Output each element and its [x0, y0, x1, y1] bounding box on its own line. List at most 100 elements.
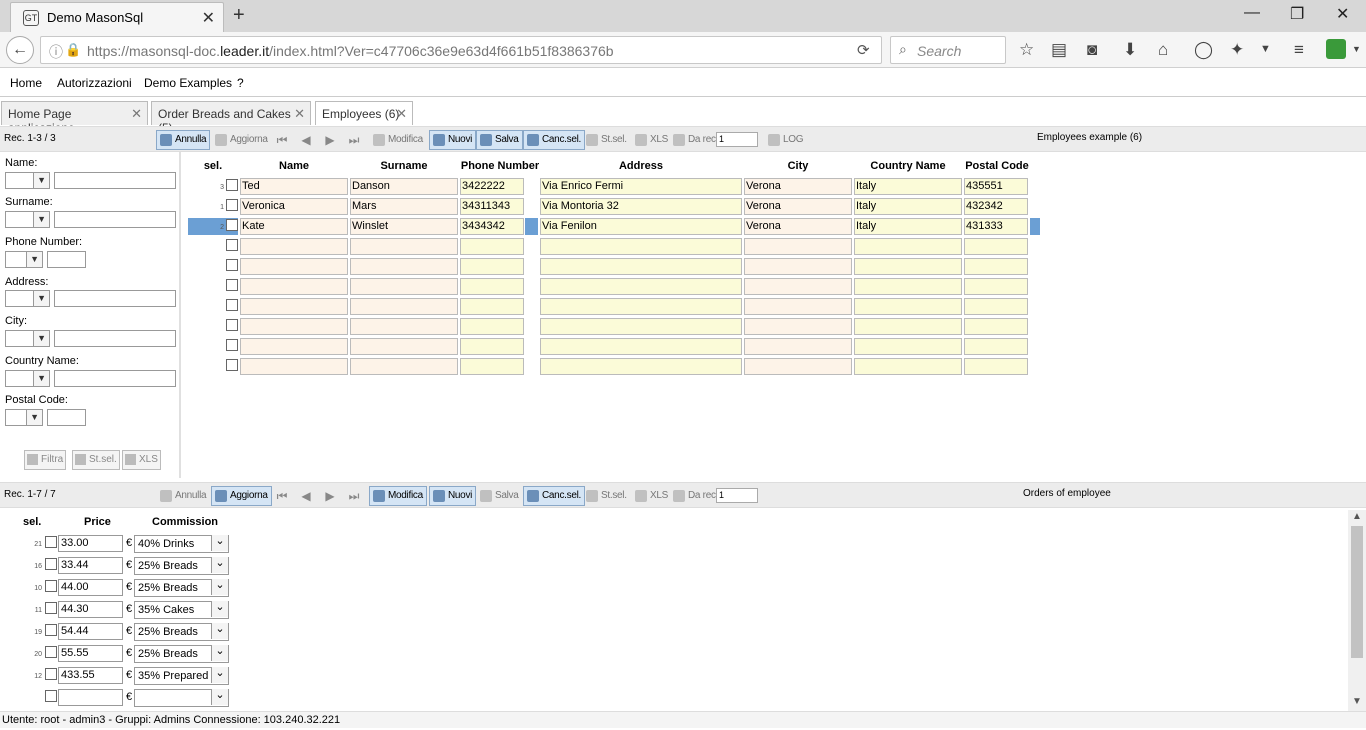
cell-surname[interactable]: [350, 318, 458, 335]
filter-postal-input[interactable]: [47, 409, 86, 426]
url-bar[interactable]: ⓘ 🔒 https://masonsql-doc.leader.it/index…: [40, 36, 882, 64]
minimize-icon[interactable]: —: [1244, 4, 1260, 22]
row-select-checkbox[interactable]: [45, 668, 57, 680]
cell-address[interactable]: [540, 238, 742, 255]
log-button[interactable]: LOG: [764, 130, 807, 150]
cell-surname[interactable]: [350, 298, 458, 315]
browser-tab[interactable]: GT Demo MasonSql ✕: [10, 2, 224, 32]
next-record-icon[interactable]: ▶: [321, 487, 339, 505]
price-input[interactable]: 33.00: [58, 535, 123, 552]
row-select-checkbox[interactable]: [226, 299, 238, 311]
reload-icon[interactable]: ⟳: [857, 41, 870, 59]
cell-phone[interactable]: [460, 238, 524, 255]
cell-name[interactable]: [240, 358, 348, 375]
filter-operator-select[interactable]: ▼: [5, 409, 43, 426]
detail-header-commission[interactable]: Commission: [152, 516, 218, 528]
cell-name[interactable]: Kate: [240, 218, 348, 235]
annulla-button[interactable]: Annulla: [156, 486, 210, 506]
cell-city[interactable]: [744, 298, 852, 315]
scroll-down-icon[interactable]: ▼: [1352, 696, 1362, 707]
modifica-button[interactable]: Modifica: [369, 486, 427, 506]
tab-employees[interactable]: Employees (6) ✕: [315, 101, 413, 125]
reading-list-icon[interactable]: ▤: [1051, 40, 1067, 60]
col-header-address[interactable]: Address: [540, 160, 742, 172]
cell-city[interactable]: [744, 318, 852, 335]
close-tab-icon[interactable]: ✕: [202, 8, 215, 28]
col-header-phone[interactable]: Phone Number: [460, 160, 540, 172]
scrollbar-thumb[interactable]: [1351, 526, 1363, 658]
col-header-country[interactable]: Country Name: [854, 160, 962, 172]
row-select-checkbox[interactable]: [226, 279, 238, 291]
filter-city-input[interactable]: [54, 330, 176, 347]
cell-name[interactable]: [240, 278, 348, 295]
cell-address[interactable]: [540, 358, 742, 375]
filter-operator-select[interactable]: ▼: [5, 290, 50, 307]
first-record-icon[interactable]: ⏮: [273, 487, 291, 505]
price-input[interactable]: 44.00: [58, 579, 123, 596]
filter-address-input[interactable]: [54, 290, 176, 307]
filter-country-input[interactable]: [54, 370, 176, 387]
filter-operator-select[interactable]: ▼: [5, 330, 50, 347]
row-select-checkbox[interactable]: [226, 319, 238, 331]
price-input[interactable]: [58, 689, 123, 706]
cell-city[interactable]: Verona: [744, 178, 852, 195]
da-rec-input[interactable]: 1: [716, 132, 758, 147]
row-select-checkbox[interactable]: [45, 690, 57, 702]
filter-stsel-button[interactable]: St.sel.: [72, 450, 120, 470]
cancel-selected-button[interactable]: Canc.sel.: [523, 130, 585, 150]
row-select-checkbox[interactable]: [226, 359, 238, 371]
price-input[interactable]: 433.55: [58, 667, 123, 684]
cell-phone[interactable]: [460, 258, 524, 275]
cell-postal[interactable]: [964, 318, 1028, 335]
cell-surname[interactable]: [350, 258, 458, 275]
cell-address[interactable]: Via Enrico Fermi: [540, 178, 742, 195]
filter-surname-input[interactable]: [54, 211, 176, 228]
addon-chevron-icon[interactable]: ▼: [1352, 44, 1361, 54]
row-select-checkbox[interactable]: [45, 558, 57, 570]
scroll-up-icon[interactable]: ▲: [1352, 511, 1362, 522]
menu-help[interactable]: ?: [237, 76, 244, 90]
commission-select[interactable]: 25% Breads: [134, 557, 229, 575]
cell-country[interactable]: Italy: [854, 218, 962, 235]
commission-select[interactable]: 35% Cakes: [134, 601, 229, 619]
menu-autorizzazioni[interactable]: Autorizzazioni: [57, 76, 132, 90]
filter-name-input[interactable]: [54, 172, 176, 189]
cell-address[interactable]: Via Fenilon: [540, 218, 742, 235]
cell-name[interactable]: Veronica: [240, 198, 348, 215]
close-window-icon[interactable]: ✕: [1336, 4, 1349, 24]
col-header-city[interactable]: City: [744, 160, 852, 172]
cell-postal[interactable]: [964, 278, 1028, 295]
salva-button[interactable]: Salva: [476, 486, 523, 506]
close-tab-icon[interactable]: ✕: [131, 106, 142, 122]
commission-select[interactable]: 25% Breads: [134, 623, 229, 641]
cell-country[interactable]: Italy: [854, 178, 962, 195]
cell-surname[interactable]: [350, 278, 458, 295]
tab-home-page[interactable]: Home Page applicazione ✕: [1, 101, 148, 135]
search-bar[interactable]: ⌕ Search: [890, 36, 1006, 64]
pocket-icon[interactable]: ◙: [1087, 40, 1097, 60]
tab-order-breads[interactable]: Order Breads and Cakes (5) ✕: [151, 101, 311, 135]
extension-icon[interactable]: ✦: [1230, 40, 1244, 60]
cell-postal[interactable]: 435551: [964, 178, 1028, 195]
cell-address[interactable]: [540, 258, 742, 275]
nuovi-button[interactable]: Nuovi: [429, 486, 477, 506]
row-select-checkbox[interactable]: [45, 536, 57, 548]
menu-home[interactable]: Home: [10, 76, 42, 90]
cell-postal[interactable]: [964, 258, 1028, 275]
cell-city[interactable]: Verona: [744, 198, 852, 215]
cell-postal[interactable]: [964, 338, 1028, 355]
vertical-scrollbar[interactable]: ▲ ▼: [1348, 510, 1366, 711]
cell-country[interactable]: [854, 278, 962, 295]
commission-select[interactable]: 25% Breads: [134, 645, 229, 663]
last-record-icon[interactable]: ⏭: [345, 487, 363, 505]
cell-surname[interactable]: Danson: [350, 178, 458, 195]
cell-phone[interactable]: [460, 278, 524, 295]
cell-country[interactable]: [854, 358, 962, 375]
cell-surname[interactable]: [350, 338, 458, 355]
row-select-checkbox[interactable]: [226, 179, 238, 191]
modifica-button[interactable]: Modifica: [369, 130, 427, 150]
cell-postal[interactable]: [964, 238, 1028, 255]
cell-surname[interactable]: Mars: [350, 198, 458, 215]
cell-address[interactable]: Via Montoria 32: [540, 198, 742, 215]
prev-record-icon[interactable]: ◀: [297, 487, 315, 505]
